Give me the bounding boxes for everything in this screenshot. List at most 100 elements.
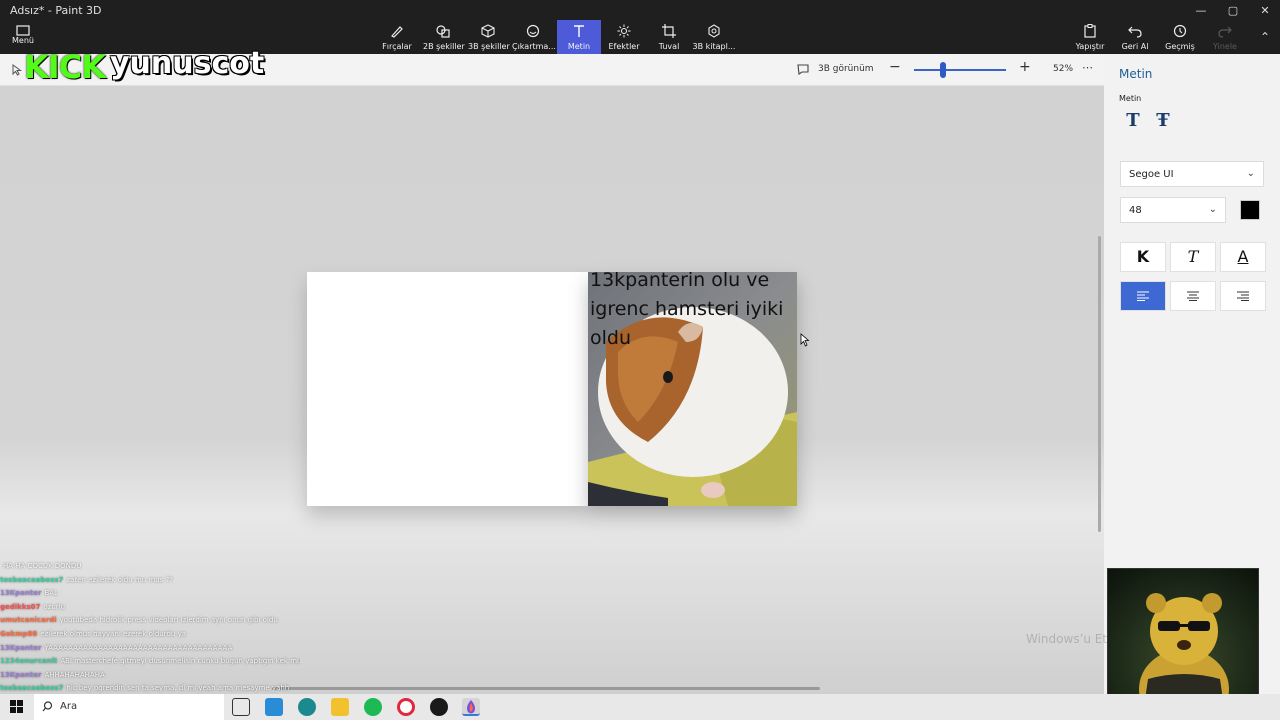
align-left-button[interactable] [1120,281,1166,311]
zoom-out-icon[interactable]: − [889,59,901,75]
tool-label: Metin [567,42,591,51]
redo-icon [1210,24,1240,42]
3d-view-icon[interactable] [797,64,809,75]
chat-message: 13Kpanter YAAAAAAAAAAAAAAAAAAAAAAAAAAAAAA… [0,642,300,656]
tool-label: 2B şekiller [423,42,465,51]
align-center-icon [1187,291,1199,301]
zoom-slider-track[interactable] [914,69,1006,71]
undo-label: Geri Al [1121,42,1149,51]
more-options-icon[interactable]: ⋯ [1082,61,1093,74]
tool-3d-library[interactable]: 3B kitapl... [692,20,736,54]
file-explorer-icon[interactable] [331,698,349,716]
chat-text: ABI masterchefe gitmeyi dusunmelisin cun… [60,657,300,666]
window-title: Adsız* - Paint 3D [10,4,102,17]
canvas-text-line: oldu [590,327,632,349]
canvas-white-area[interactable] [307,272,588,506]
sticker-icon [512,24,554,42]
tool-effects[interactable]: Efektler [606,20,642,54]
tool-brushes[interactable]: Fırçalar [382,20,412,54]
canvas-text-line: igrenc hamsteri iyiki [590,298,784,320]
history-label: Geçmiş [1165,42,1195,51]
chat-username: tosbaacaaboss7 [0,575,64,584]
zoom-in-icon[interactable]: + [1019,59,1031,75]
text-color-swatch[interactable] [1240,200,1260,220]
2d-text-icon[interactable]: T [1122,110,1144,132]
tool-label: Çıkartma... [512,42,556,51]
align-right-button[interactable] [1220,281,1266,311]
horizontal-scrollbar[interactable] [272,687,820,690]
tool-label: Fırçalar [382,42,412,51]
tool-3d-shapes[interactable]: 3B şekiller [468,20,510,54]
3d-text-icon[interactable]: Ŧ [1152,110,1174,132]
chat-username: 13Kpanter [0,643,42,652]
search-placeholder: Ara [60,701,78,712]
underline-button[interactable]: A [1220,242,1266,272]
minimize-button[interactable]: — [1186,2,1216,20]
paste-icon [1074,24,1106,42]
vertical-scrollbar[interactable] [1098,236,1101,532]
app-icon[interactable] [430,698,448,716]
font-family-value: Segoe UI [1129,169,1174,180]
windows-taskbar: Ara [0,694,1280,720]
maximize-button[interactable]: ▢ [1218,2,1248,20]
search-icon [42,701,53,712]
folder-icon [16,25,30,36]
chat-text: zaten ezilerek oldu mu mus ?? [66,575,173,584]
paint3d-drop-icon [467,700,475,714]
chat-username: Gokmp88 [0,629,38,638]
undo-icon [1120,24,1150,42]
chat-message: tosbaacaaboss7 zaten ezilerek oldu mu mus… [0,574,300,588]
bold-button[interactable]: K [1120,242,1166,272]
windows-activation-watermark: Windows’u Et [1026,632,1108,646]
text-icon [557,24,601,42]
canvas-text-line: 13kpanterin olu ve [590,269,770,291]
paste-button[interactable]: Yapıştır [1074,20,1106,54]
undo-button[interactable]: Geri Al [1120,20,1150,54]
chat-text: hic bey ogrendin sen ta seyma. di mi yea… [66,684,290,693]
italic-button[interactable]: T [1170,242,1216,272]
zoom-percent: 52% [1053,64,1074,74]
menu-label: Menü [12,36,34,45]
tool-2d-shapes[interactable]: 2B şekiller [423,20,465,54]
zoom-slider-thumb[interactable] [939,62,946,78]
tool-canvas[interactable]: Tuval [654,20,684,54]
tool-text[interactable]: Metin [557,20,601,54]
tool-label: 3B şekiller [468,42,510,51]
chat-message: 1234onurcanlt ABI masterchefe gitmeyi dus… [0,655,300,669]
chat-username: 13Kpanter [0,589,42,598]
align-center-button[interactable] [1170,281,1216,311]
chat-text: YAAAAAAAAAAAAAAAAAAAAAAAAAAAAAAAAAAAAA [44,643,233,652]
taskbar-search[interactable]: Ara [34,694,224,720]
font-family-dropdown[interactable]: Segoe UI ⌄ [1120,161,1264,187]
font-size-dropdown[interactable]: 48 ⌄ [1120,197,1226,223]
redo-button[interactable]: Yinele [1210,20,1240,54]
tool-label: Efektler [608,42,640,51]
chat-username: tosbaacaaboss7 [0,684,64,693]
chat-text: HA HA COCUK DONDU [3,562,82,570]
tool-stickers[interactable]: Çıkartma... [512,20,556,54]
edge-browser-icon[interactable] [298,698,316,716]
tool-label: Tuval [658,42,680,51]
effects-icon [606,24,642,42]
canvas-text-box[interactable]: 13kpanterin olu ve igrenc hamsteri iyiki… [590,266,800,353]
align-left-icon [1137,291,1149,301]
weather-icon[interactable] [265,698,283,716]
chat-text: ozurlu [43,602,66,611]
paint3d-taskbar-icon[interactable] [462,698,480,716]
select-arrow-icon[interactable] [12,64,22,76]
close-button[interactable]: ✕ [1250,2,1280,20]
chat-text: ezilerek olmus hayvanı ezerek oldurdu ya [40,629,187,638]
chat-text: AHHAHAHAHAHA [44,670,105,679]
opera-icon[interactable] [397,698,415,716]
windows-start-icon[interactable] [10,700,23,713]
3d-view-label[interactable]: 3B görünüm [818,64,874,74]
chat-username: 13Kpanter [0,670,42,679]
spotify-icon[interactable] [364,698,382,716]
task-view-icon[interactable] [232,698,250,716]
history-button[interactable]: Geçmiş [1164,20,1196,54]
mouse-cursor-icon [800,333,810,347]
chat-message: Gokmp88 ezilerek olmus hayvanı ezerek old… [0,628,300,642]
chat-message: HA HA COCUK DONDU [0,560,300,574]
chat-message: 13Kpanter BAL [0,587,300,601]
collapse-ribbon-chevron-icon[interactable]: ⌃ [1250,28,1280,46]
